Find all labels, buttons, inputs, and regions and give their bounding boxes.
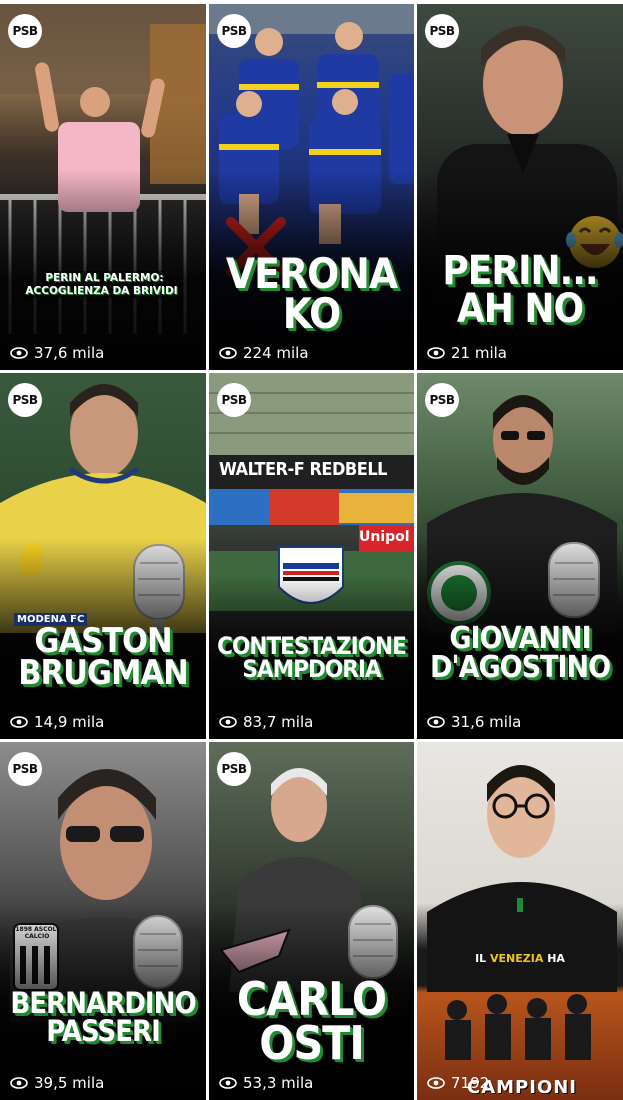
eye-icon [427, 1077, 445, 1089]
view-count: 39,5 mila [10, 1074, 104, 1092]
reel-tile-perin-palermo[interactable]: PSB PERIN AL PALERMO: ACCOGLIENZA DA BRI… [0, 4, 206, 370]
reels-grid: PSB PERIN AL PALERMO: ACCOGLIENZA DA BRI… [0, 0, 623, 1100]
tile-headline: PERIN AL PALERMO: ACCOGLIENZA DA BRIVIDI [0, 271, 206, 298]
eye-icon [10, 347, 28, 359]
video-caption: IL VENEZIA HA [475, 952, 565, 965]
eye-icon [427, 716, 445, 728]
psb-logo: PSB [8, 383, 42, 417]
tile-headline: GASTON BRUGMAN [18, 621, 189, 694]
reel-tile-perin-ah-no[interactable]: PSB PERIN... AH NO 21 mila [417, 4, 623, 370]
view-count: 224 mila [219, 344, 309, 362]
eye-icon [10, 1077, 28, 1089]
tile-headline: PERIN... AH NO [442, 248, 598, 332]
view-count: 37,6 mila [10, 344, 104, 362]
tile-headline: VERONA KO [225, 249, 398, 338]
reel-tile-venezia[interactable]: IL VENEZIA HA CAMPIONI 7192 [417, 742, 623, 1100]
club-badge-text: 1898 ASCOLI CALCIO [15, 926, 59, 940]
view-count: 53,3 mila [219, 1074, 313, 1092]
tile-headline: BERNARDINO PASSERI [10, 986, 196, 1048]
eye-icon [219, 347, 237, 359]
eye-icon [219, 716, 237, 728]
psb-logo: PSB [217, 752, 251, 786]
eye-icon [219, 1077, 237, 1089]
tile-headline: GIOVANNI D'AGOSTINO [429, 621, 611, 685]
view-count: 83,7 mila [219, 713, 313, 731]
tile-headline: CARLO OSTI [236, 972, 387, 1070]
view-count: 14,9 mila [10, 713, 104, 731]
psb-logo: PSB [217, 383, 251, 417]
reel-tile-gaston-brugman[interactable]: PSB MODENA FC GASTON BRUGMAN 14,9 mila [0, 373, 206, 739]
view-count: 31,6 mila [427, 713, 521, 731]
reel-tile-contestazione-sampdoria[interactable]: WALTER-F REDBELL Unipol PSB CONTESTAZION… [209, 373, 414, 739]
reel-tile-verona-ko[interactable]: PSB VERONA KO 224 mila [209, 4, 414, 370]
psb-logo: PSB [425, 14, 459, 48]
view-count: 7192 [427, 1074, 489, 1092]
view-count: 21 mila [427, 344, 507, 362]
reel-tile-carlo-osti[interactable]: PSB CARLO OSTI 53,3 mila [209, 742, 414, 1100]
psb-logo: PSB [8, 752, 42, 786]
sponsor-banner: Unipol [359, 529, 410, 545]
psb-logo: PSB [425, 383, 459, 417]
psb-logo: PSB [217, 14, 251, 48]
stadium-banner: WALTER-F REDBELL [219, 459, 387, 480]
psb-logo: PSB [8, 14, 42, 48]
eye-icon [427, 347, 445, 359]
reel-tile-bernardino-passeri[interactable]: PSB 1898 ASCOLI CALCIO BERNARDINO PASSER… [0, 742, 206, 1100]
eye-icon [10, 716, 28, 728]
tile-illustration [427, 765, 617, 1060]
tile-headline: CONTESTAZIONE SAMPDORIA [217, 632, 407, 683]
reel-tile-giovanni-dagostino[interactable]: PSB GIOVANNI D'AGOSTINO 31,6 mila [417, 373, 623, 739]
